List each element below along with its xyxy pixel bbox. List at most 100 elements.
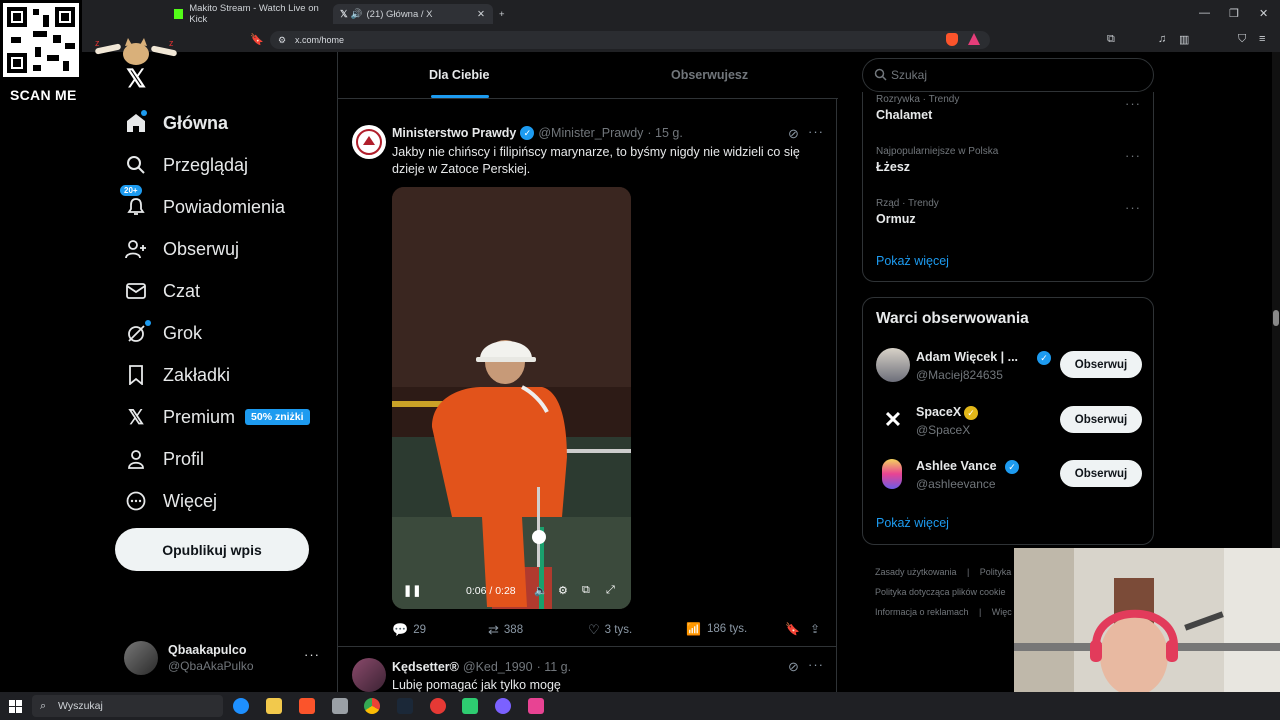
close-window-icon[interactable]: ✕ xyxy=(1259,7,1268,20)
menu-icon[interactable]: ≡ xyxy=(1259,33,1265,45)
like-count: 3 tys. xyxy=(604,624,633,636)
sidebar-item-home[interactable]: Główna xyxy=(116,102,336,144)
account-switcher[interactable]: Qbaakapulco @QbaAkaPulko ··· xyxy=(124,638,324,678)
brave-rewards-icon[interactable] xyxy=(968,33,980,45)
sidebar-item-follow[interactable]: Obserwuj xyxy=(116,228,336,270)
site-info-icon[interactable]: ⚙ xyxy=(278,35,286,46)
follow-button[interactable]: Obserwuj xyxy=(1060,406,1142,433)
restore-icon[interactable]: ❐ xyxy=(1229,7,1239,20)
search-icon xyxy=(116,155,156,175)
sidebar-item-grok[interactable]: Grok xyxy=(116,312,336,354)
tweet-text: Jakby nie chińscy i filipińscy marynarze… xyxy=(392,145,800,176)
sidebar-item-premium[interactable]: 𝕏 Premium 50% zniżki xyxy=(116,396,336,438)
minimize-icon[interactable]: — xyxy=(1199,7,1210,19)
sidebar-toggle-icon[interactable]: ▥ xyxy=(1179,33,1189,46)
app-icon[interactable] xyxy=(462,698,478,714)
sidebar-item-explore[interactable]: Przeglądaj xyxy=(116,144,336,186)
brave-icon[interactable] xyxy=(299,698,315,714)
tab-following[interactable]: Obserwujesz xyxy=(671,68,748,82)
tab-title: (21) Główna / X xyxy=(366,8,433,20)
show-more-follow-link[interactable]: Pokaż więcej xyxy=(876,516,949,530)
follow-suggestion[interactable]: Adam Więcek | ... ✓ @Maciej824635 Obserw… xyxy=(876,348,1142,384)
follow-suggestion[interactable]: ✕ SpaceX ✓ @SpaceX Obserwuj xyxy=(876,403,1142,439)
x-logo-icon[interactable]: 𝕏 xyxy=(126,64,146,94)
follow-button[interactable]: Obserwuj xyxy=(1060,351,1142,378)
trend-item[interactable]: Rząd · Trendy Ormuz xyxy=(876,198,939,226)
trend-more-icon[interactable]: ··· xyxy=(1125,200,1141,215)
footer-link[interactable]: Polityka xyxy=(980,567,1012,577)
brave-shield-icon[interactable] xyxy=(946,33,958,46)
feed-tabs: Dla Ciebie Obserwujesz xyxy=(338,52,838,99)
notifications-badge: 20+ xyxy=(119,184,143,197)
fullscreen-icon[interactable]: ⤢ xyxy=(606,584,615,597)
app-icon[interactable] xyxy=(332,698,348,714)
trend-item[interactable]: Rozrywka · Trendy Chalamet xyxy=(876,94,959,122)
footer-link[interactable]: Zasady użytkowania xyxy=(875,567,957,577)
tab-for-you[interactable]: Dla Ciebie xyxy=(429,68,489,82)
chart-icon: 📶 xyxy=(686,622,701,636)
settings-icon[interactable]: ⚙ xyxy=(558,584,568,597)
reply-button[interactable]: 💬 29 xyxy=(392,622,426,638)
bookmark-page-icon[interactable]: 🔖 xyxy=(250,33,264,46)
trend-more-icon[interactable]: ··· xyxy=(1125,148,1141,163)
scrollbar-thumb[interactable] xyxy=(1273,310,1279,326)
vpn-icon[interactable]: ⛉ xyxy=(1238,33,1246,46)
address-bar[interactable]: ⚙ x.com/home xyxy=(270,31,990,49)
tweet-author[interactable]: Kędsetter® xyxy=(392,660,459,674)
tweet-time[interactable]: · 15 g. xyxy=(647,126,682,140)
new-tab-button[interactable]: + xyxy=(499,4,505,24)
browser-tab-x[interactable]: 𝕏 🔊 (21) Główna / X ✕ xyxy=(333,4,493,24)
search-input[interactable]: Szukaj xyxy=(862,58,1154,92)
extensions-icon[interactable]: ⧉ xyxy=(1107,33,1115,46)
tweet-author[interactable]: Ministerstwo Prawdy xyxy=(392,126,516,140)
tweet-avatar[interactable] xyxy=(352,125,386,159)
like-button[interactable]: ♡ 3 tys. xyxy=(588,622,632,638)
tweet-more-icon[interactable]: ··· xyxy=(808,657,824,672)
views-button[interactable]: 📶 186 tys. xyxy=(686,622,747,636)
grok-tweet-icon[interactable]: ⊘ xyxy=(788,126,799,142)
grok-tweet-icon[interactable]: ⊘ xyxy=(788,659,799,675)
bookmark-button[interactable]: 🔖 xyxy=(785,622,800,636)
app-icon[interactable] xyxy=(528,698,544,714)
windows-start-icon[interactable] xyxy=(9,700,22,713)
browser-tab-kick[interactable]: Makito Stream - Watch Live on Kick xyxy=(168,3,328,25)
close-tab-icon[interactable]: ✕ xyxy=(477,9,485,20)
follow-button[interactable]: Obserwuj xyxy=(1060,460,1142,487)
trend-item[interactable]: Najpopularniejsze w Polska Łżesz xyxy=(876,146,998,174)
edge-icon[interactable] xyxy=(233,698,249,714)
video-player[interactable]: ❚❚ 0:06 / 0:28 🔈 ⚙ ⧉ ⤢ xyxy=(392,187,631,609)
sidebar-item-more[interactable]: Więcej xyxy=(116,480,336,522)
obs-icon[interactable] xyxy=(430,698,446,714)
trend-more-icon[interactable]: ··· xyxy=(1125,96,1141,111)
pip-icon[interactable]: ⧉ xyxy=(582,584,590,597)
show-more-trends-link[interactable]: Pokaż więcej xyxy=(876,254,949,268)
verified-badge-icon: ✓ xyxy=(520,126,535,140)
tweet-avatar[interactable] xyxy=(352,658,386,692)
tweet-handle[interactable]: @Minister_Prawdy xyxy=(538,126,643,140)
sidebar-item-chat[interactable]: Czat xyxy=(116,270,336,312)
media-icon[interactable]: ♫ xyxy=(1158,33,1166,45)
tweet-more-icon[interactable]: ··· xyxy=(808,124,824,139)
steam-icon[interactable] xyxy=(397,698,413,714)
post-button[interactable]: Opublikuj wpis xyxy=(115,528,309,571)
tweet-handle[interactable]: @Ked_1990 xyxy=(463,660,533,674)
unread-dot xyxy=(141,110,147,116)
taskbar-search[interactable]: ⌕ Wyszukaj xyxy=(32,695,223,717)
sidebar-item-bookmarks[interactable]: Zakładki xyxy=(116,354,336,396)
sidebar-item-profile[interactable]: Profil xyxy=(116,438,336,480)
footer-link[interactable]: Informacja o reklamach xyxy=(875,607,969,617)
app-icon[interactable] xyxy=(495,698,511,714)
volume-icon[interactable]: 🔈 xyxy=(534,584,548,597)
chrome-icon[interactable] xyxy=(364,698,380,714)
repost-button[interactable]: ⇄ 388 xyxy=(488,622,523,638)
footer-link[interactable]: Więc xyxy=(992,607,1012,617)
file-explorer-icon[interactable] xyxy=(266,698,282,714)
follow-suggestion[interactable]: Ashlee Vance ✓ @ashleevance Obserwuj xyxy=(876,457,1142,493)
footer-link[interactable]: Polityka dotycząca plików cookie xyxy=(875,587,1006,597)
mail-icon xyxy=(116,282,156,300)
share-button[interactable]: ⇪ xyxy=(810,622,820,636)
pause-icon[interactable]: ❚❚ xyxy=(403,584,421,597)
tweet-time[interactable]: · 11 g. xyxy=(537,660,572,674)
more-options-icon[interactable]: ··· xyxy=(304,647,320,662)
sidebar-item-notifications[interactable]: 20+ Powiadomienia xyxy=(116,184,336,228)
